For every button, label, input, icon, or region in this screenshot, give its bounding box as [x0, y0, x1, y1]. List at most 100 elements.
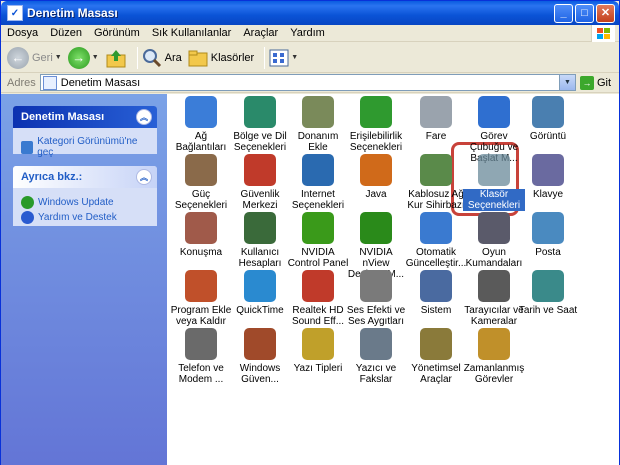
- windows-update-icon: [21, 196, 34, 209]
- collapse-icon[interactable]: ︽: [136, 109, 152, 125]
- help-icon: [21, 211, 34, 224]
- pane-header[interactable]: Denetim Masası ︽: [13, 106, 157, 128]
- speech-icon: [185, 212, 217, 244]
- item-label: Bölge ve Dil Seçenekleri: [233, 131, 287, 153]
- item-label: Ses Efekti ve Ses Aygıtları: [346, 305, 406, 327]
- item-label: Windows Güven...: [239, 363, 281, 385]
- maximize-button[interactable]: □: [575, 3, 594, 23]
- scheduled-tasks-icon: [478, 328, 510, 360]
- menu-view[interactable]: Görünüm: [88, 27, 146, 39]
- control-panel-item[interactable]: Kullanıcı Hesapları: [229, 212, 291, 269]
- folders-button[interactable]: Klasörler: [188, 45, 254, 71]
- control-panel-item[interactable]: Oyun Kumandaları: [463, 212, 525, 269]
- control-panel-item[interactable]: Yazıcı ve Fakslar: [345, 328, 407, 385]
- item-label: Realtek HD Sound Eff...: [291, 305, 345, 327]
- back-button[interactable]: ← Geri ▼: [7, 45, 62, 71]
- pane-header[interactable]: Ayrıca bkz.: ︽: [13, 166, 157, 188]
- item-label: Otomatik Güncelleştir...: [405, 247, 467, 269]
- control-panel-item[interactable]: Tarayıcılar ve Kameralar: [463, 270, 525, 327]
- help-support-link[interactable]: Yardım ve Destek: [21, 211, 149, 224]
- control-panel-item[interactable]: Güvenlik Merkezi: [229, 154, 291, 211]
- chevron-down-icon: ▼: [54, 54, 62, 61]
- menu-help[interactable]: Yardım: [284, 27, 331, 39]
- control-panel-item[interactable]: Ses Efekti ve Ses Aygıtları: [345, 270, 407, 327]
- control-panel-item[interactable]: Fare: [405, 96, 467, 142]
- control-panel-item[interactable]: Java: [345, 154, 407, 200]
- item-label: Klasör Seçenekleri: [463, 189, 525, 211]
- sound-icon: [360, 270, 392, 302]
- menu-tools[interactable]: Araçlar: [237, 27, 284, 39]
- item-label: Görüntü: [529, 131, 567, 142]
- forward-arrow-icon: →: [67, 46, 90, 69]
- address-value: Denetim Masası: [60, 76, 141, 89]
- control-panel-item[interactable]: Bölge ve Dil Seçenekleri: [229, 96, 291, 153]
- control-panel-pane: Denetim Masası ︽ Kategori Görünümü'ne ge…: [13, 106, 157, 158]
- switch-category-view-link[interactable]: Kategori Görünümü'ne geç: [21, 136, 149, 158]
- item-label: Erişilebilirlik Seçenekleri: [349, 131, 403, 153]
- control-panel-item[interactable]: Güç Seçenekleri: [170, 154, 232, 211]
- item-label: Telefon ve Modem ...: [178, 363, 224, 385]
- power-options-icon: [185, 154, 217, 186]
- menu-file[interactable]: Dosya: [1, 27, 44, 39]
- address-dropdown-button[interactable]: ▼: [558, 75, 575, 90]
- control-panel-item[interactable]: Internet Seçenekleri: [287, 154, 349, 211]
- control-panel-item[interactable]: NVIDIA Control Panel: [287, 212, 349, 269]
- control-panel-item[interactable]: Erişilebilirlik Seçenekleri: [345, 96, 407, 153]
- address-field[interactable]: Denetim Masası ▼: [39, 74, 576, 91]
- control-panel-item[interactable]: Program Ekle veya Kaldır: [170, 270, 232, 327]
- minimize-button[interactable]: _: [554, 3, 573, 23]
- item-label: Yazıcı ve Fakslar: [355, 363, 397, 385]
- control-panel-item[interactable]: Donanım Ekle: [287, 96, 349, 153]
- control-panel-item[interactable]: Yazı Tipleri: [287, 328, 349, 374]
- control-panel-item[interactable]: Konuşma: [170, 212, 232, 258]
- quicktime-icon: [244, 270, 276, 302]
- control-panel-item[interactable]: Görüntü: [517, 96, 579, 142]
- item-label: Yönetimsel Araçlar: [411, 363, 461, 385]
- add-remove-programs-icon: [185, 270, 217, 302]
- collapse-icon[interactable]: ︽: [136, 169, 152, 185]
- control-panel-item[interactable]: Klavye: [517, 154, 579, 200]
- back-arrow-icon: ←: [7, 46, 29, 69]
- windows-update-link[interactable]: Windows Update: [21, 196, 149, 209]
- control-panel-item[interactable]: Posta: [517, 212, 579, 258]
- item-label: Konuşma: [179, 247, 223, 258]
- control-panel-item[interactable]: Ağ Bağlantıları: [170, 96, 232, 153]
- search-button[interactable]: Ara: [142, 45, 182, 71]
- control-panel-item[interactable]: Sistem: [405, 270, 467, 316]
- item-label: Sistem: [420, 305, 452, 316]
- title-bar[interactable]: ✓ Denetim Masası _ □ ✕: [1, 1, 619, 25]
- forward-button[interactable]: → ▼: [67, 45, 99, 71]
- go-button[interactable]: → Git: [579, 75, 611, 90]
- control-panel-item[interactable]: Telefon ve Modem ...: [170, 328, 232, 385]
- wireless-icon: [420, 154, 452, 186]
- views-button[interactable]: ▼: [269, 45, 298, 71]
- folder-options-icon: [478, 154, 510, 186]
- item-label: Fare: [425, 131, 447, 142]
- address-label: Adres: [7, 76, 36, 89]
- mouse-icon: [420, 96, 452, 128]
- clock-icon: [532, 270, 564, 302]
- control-panel-item[interactable]: Zamanlanmış Görevler: [463, 328, 525, 385]
- control-panel-item[interactable]: QuickTime: [229, 270, 291, 316]
- close-button[interactable]: ✕: [596, 3, 615, 23]
- control-panel-item[interactable]: Realtek HD Sound Eff...: [287, 270, 349, 327]
- control-panel-item[interactable]: Windows Güven...: [229, 328, 291, 385]
- control-panel-item[interactable]: Yönetimsel Araçlar: [405, 328, 467, 385]
- control-panel-item[interactable]: Otomatik Güncelleştir...: [405, 212, 467, 269]
- up-button[interactable]: [105, 45, 127, 71]
- menu-favorites[interactable]: Sık Kullanılanlar: [146, 27, 238, 39]
- control-panel-icon: ✓: [7, 5, 23, 21]
- item-label: Güç Seçenekleri: [174, 189, 228, 211]
- search-icon: [142, 48, 161, 67]
- java-icon: [360, 154, 392, 186]
- folder-up-icon: [106, 49, 126, 67]
- control-panel-item[interactable]: Klasör Seçenekleri: [463, 154, 525, 211]
- globe-icon: [244, 96, 276, 128]
- item-label: Güvenlik Merkezi: [240, 189, 280, 211]
- item-label: Internet Seçenekleri: [291, 189, 345, 211]
- control-panel-item[interactable]: Kablosuz Ağ Kur Sihirbazı: [405, 154, 467, 211]
- menu-edit[interactable]: Düzen: [44, 27, 88, 39]
- control-panel-item[interactable]: Tarih ve Saat: [517, 270, 579, 316]
- taskbar-icon: [478, 96, 510, 128]
- mail-icon: [532, 212, 564, 244]
